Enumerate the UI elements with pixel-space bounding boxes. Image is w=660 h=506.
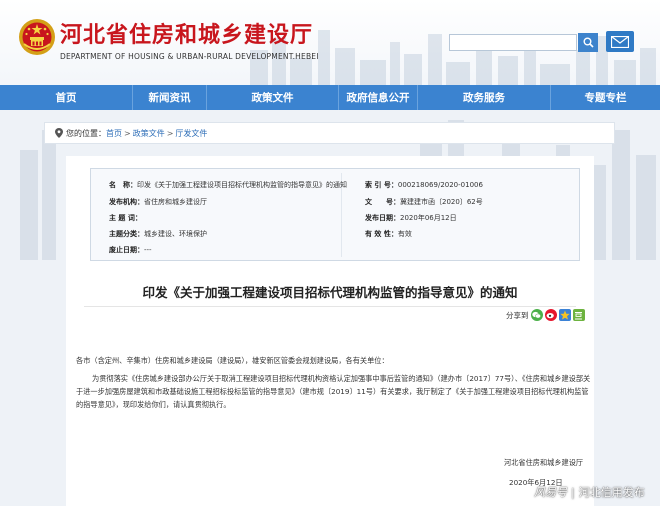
nav-item-gov-services[interactable]: 政务服务 (418, 85, 550, 110)
douban-share-icon[interactable] (572, 309, 585, 321)
meta-category-value: 城乡建设、环境保护 (144, 230, 207, 238)
qzone-share-icon[interactable] (558, 309, 571, 321)
site-title: 河北省住房和城乡建设厅 (60, 22, 314, 48)
meta-issuer: 发布机构：省住房和城乡建设厅 (109, 198, 207, 206)
site-subtitle: DEPARTMENT OF HOUSING & URBAN-RURAL DEVE… (60, 52, 319, 61)
national-emblem-icon (19, 19, 55, 55)
location-pin-icon (55, 128, 63, 138)
meta-expiry: 废止日期：--- (109, 246, 152, 254)
meta-doc-number-value: 冀建建市函〔2020〕62号 (400, 198, 483, 206)
share-label: 分享到 (506, 310, 529, 320)
breadcrumb: 您的位置： 首页 > 政策文件 > 厅发文件 (44, 122, 615, 144)
meta-keywords: 主 题 词： (109, 214, 142, 222)
nav-item-home[interactable]: 首页 (0, 85, 132, 110)
document-title: 印发《关于加强工程建设项目招标代理机构监管的指导意见》的通知 (142, 285, 518, 300)
signature-organization: 河北省住房和城乡建设厅 (504, 458, 584, 467)
document-body-paragraph: 为贯彻落实《住房城乡建设部办公厅关于取消工程建设项目招标代理机构资格认定加强事中… (76, 374, 591, 409)
meta-expiry-value: --- (144, 246, 152, 254)
main-nav: 首页 新闻资讯 政策文件 政府信息公开 政务服务 专题专栏 (0, 85, 660, 110)
meta-category: 主题分类：城乡建设、环境保护 (109, 230, 207, 238)
meta-validity: 有 效 性：有效 (365, 230, 412, 238)
wechat-share-icon[interactable] (530, 309, 543, 321)
watermark-separator: | (571, 486, 575, 499)
breadcrumb-link-policy[interactable]: 政策文件 (133, 128, 165, 139)
meta-doc-number: 文 号：冀建建市函〔2020〕62号 (365, 198, 483, 206)
search-icon (583, 37, 594, 48)
meta-issuer-value: 省住房和城乡建设厅 (144, 198, 207, 206)
site-header: 河北省住房和城乡建设厅 DEPARTMENT OF HOUSING & URBA… (0, 0, 660, 85)
nav-item-news[interactable]: 新闻资讯 (133, 85, 206, 110)
breadcrumb-link-dept-docs[interactable]: 厅发文件 (175, 128, 207, 139)
breadcrumb-link-home[interactable]: 首页 (106, 128, 122, 139)
share-bar: 分享到 (506, 308, 585, 322)
breadcrumb-separator: > (166, 128, 174, 138)
source-watermark: 风易号 | 河北信用发布 (534, 484, 645, 500)
title-divider (84, 306, 576, 307)
meta-index-value: 000218069/2020-01006 (397, 181, 483, 189)
mailbox-button[interactable] (606, 31, 634, 52)
meta-index: 索 引 号：000218069/2020-01006 (365, 181, 483, 189)
nav-item-special-topics[interactable]: 专题专栏 (551, 85, 660, 110)
watermark-brand: 风易号 (534, 486, 567, 499)
breadcrumb-separator: > (124, 128, 131, 138)
meta-validity-value: 有效 (397, 230, 412, 238)
document-salutation: 各市（含定州、辛集市）住房和城乡建设局（建设局），雄安新区管委会规划建设局，各有… (76, 356, 389, 365)
meta-publish-date-value: 2020年06月12日 (400, 214, 457, 222)
document-metadata-table: 名 称：印发《关于加强工程建设项目招标代理机构监管的指导意见》的通知 索 引 号… (90, 168, 580, 261)
weibo-share-icon[interactable] (544, 309, 557, 321)
watermark-account-name: 河北信用发布 (578, 486, 645, 499)
meta-name-value: 印发《关于加强工程建设项目招标代理机构监管的指导意见》的通知 (137, 181, 347, 189)
nav-item-info-disclosure[interactable]: 政府信息公开 (339, 85, 417, 110)
search-button[interactable] (578, 33, 598, 52)
meta-publish-date: 发布日期：2020年06月12日 (365, 214, 457, 222)
nav-item-policy[interactable]: 政策文件 (207, 85, 338, 110)
envelope-icon (611, 35, 629, 48)
meta-name: 名 称：印发《关于加强工程建设项目招标代理机构监管的指导意见》的通知 (109, 181, 347, 189)
article-card: 名 称：印发《关于加强工程建设项目招标代理机构监管的指导意见》的通知 索 引 号… (66, 156, 594, 506)
search-input[interactable] (449, 34, 577, 51)
breadcrumb-prefix: 您的位置： (66, 128, 106, 138)
